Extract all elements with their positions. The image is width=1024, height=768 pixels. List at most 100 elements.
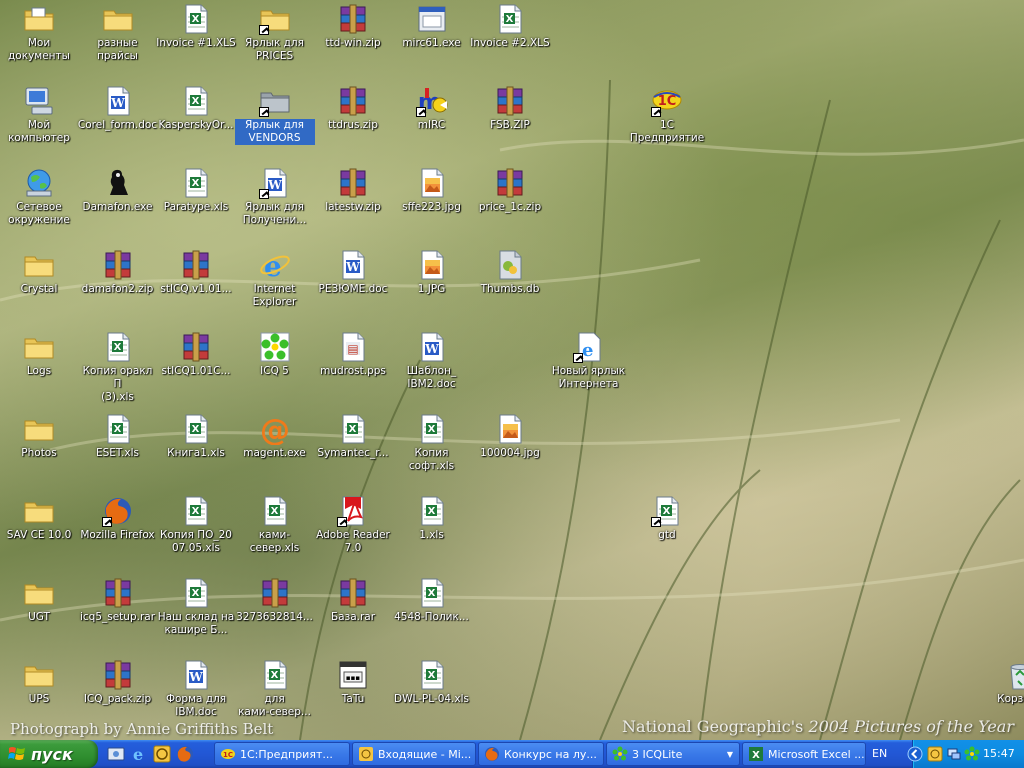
desktop-icon-sticq-v1[interactable]: stICQ.v1.01...: [157, 249, 235, 296]
tray-clock-app-icon[interactable]: [927, 746, 943, 762]
desktop-icon-4548-polik[interactable]: X 4548-Полик...: [393, 577, 471, 624]
desktop-icon-ugt[interactable]: UGT: [0, 577, 78, 624]
desktop-icon-shablon-ibm2[interactable]: W Шаблон_ IBM2.doc: [393, 331, 471, 391]
desktop-icon-icq-pack[interactable]: ICQ_pack.zip: [79, 659, 157, 706]
desktop-icon-sticq1-01c[interactable]: stICQ1.01C...: [157, 331, 235, 378]
desktop-icon-label: damafon2.zip: [81, 283, 154, 295]
taskbar-button-2[interactable]: Входящие - Mi...: [352, 742, 476, 766]
desktop-icon-icq5[interactable]: ICQ 5: [236, 331, 314, 378]
desktop-icon-adobe-reader[interactable]: Adobe Reader 7.0: [314, 495, 392, 555]
desktop-icon-mirc[interactable]: m mIRC: [393, 85, 471, 132]
quicklaunch-ie-icon[interactable]: e: [130, 744, 150, 764]
desktop-icon-invoice-2[interactable]: X Invoice #2.XLS: [470, 3, 550, 50]
desktop-icon-ttdrus[interactable]: ttdrus.zip: [314, 85, 392, 132]
desktop-icon-nash-sklad[interactable]: X Наш склад на кашире Б...: [157, 577, 235, 637]
svg-text:W: W: [110, 96, 125, 110]
desktop-icon-novyi-yarlyk[interactable]: e Новый ярлык Интернета: [550, 331, 628, 391]
desktop-icon-thumbs-db[interactable]: Thumbs.db: [471, 249, 549, 296]
desktop-icon-logs[interactable]: Logs: [0, 331, 78, 378]
desktop-icon-corel-form[interactable]: W Corel_form.doc: [78, 85, 157, 132]
desktop-icon-kopiya-soft[interactable]: X Копия софт.xls: [393, 413, 471, 473]
taskbar-button-3[interactable]: Конкурс на лу...: [478, 742, 604, 766]
desktop-icon-kopiya-orakl[interactable]: X Копия оракл П (3).xls: [79, 331, 157, 404]
desktop-icon-icq5-setup[interactable]: icq5_setup.rar: [79, 577, 157, 624]
desktop-icon-yarlyk-vendors[interactable]: Ярлык для VENDORS: [234, 85, 315, 145]
language-indicator[interactable]: EN: [872, 747, 887, 760]
desktop-icon-internet-explorer[interactable]: e Internet Explorer: [236, 249, 314, 309]
desktop-icon-symantec[interactable]: X Symantec_r...: [314, 413, 392, 460]
svg-text:X: X: [192, 96, 200, 107]
rar-icon: [337, 577, 369, 609]
desktop-icon-forma-ibm[interactable]: W Форма для IBM.doc: [157, 659, 235, 719]
desktop-icon-price-1c[interactable]: price_1c.zip: [471, 167, 549, 214]
desktop-icon-mozilla-firefox[interactable]: Mozilla Firefox: [79, 495, 157, 542]
damafon-icon: [102, 167, 134, 199]
desktop-icon-fsb-zip[interactable]: FSB.ZIP: [471, 85, 549, 132]
desktop-icon-100004-jpg[interactable]: 100004.jpg: [471, 413, 549, 460]
desktop-icon-rezyume[interactable]: W РЕЗЮМЕ.doc: [314, 249, 392, 296]
desktop-icon-ups[interactable]: UPS: [0, 659, 78, 706]
rar-icon: [337, 3, 369, 35]
desktop-icon-setevoe[interactable]: Сетевое окружение: [0, 167, 78, 227]
start-button[interactable]: пуск: [0, 740, 98, 768]
desktop-icon-3273632814[interactable]: 3273632814...: [236, 577, 314, 624]
desktop-icon-mirc61[interactable]: mirc61.exe: [393, 3, 471, 50]
desktop-icon-1c-predpriyatie[interactable]: 1C 1С Предприятие: [628, 85, 706, 145]
desktop-icon-latestw[interactable]: latestw.zip: [314, 167, 392, 214]
desktop-icon-damafon[interactable]: Damafon.exe: [79, 167, 157, 214]
quicklaunch-outlook-icon[interactable]: [152, 744, 172, 764]
desktop-icon-1-jpg[interactable]: 1.JPG: [393, 249, 471, 296]
desktop-icon-ttd-win[interactable]: ttd-win.zip: [314, 3, 392, 50]
rar-icon: [337, 85, 369, 117]
desktop-icon-kami-sever[interactable]: Xками-север.xls: [236, 495, 314, 555]
desktop-icon-korzina[interactable]: Корзина: [981, 659, 1024, 706]
desktop-icon-damafon2[interactable]: damafon2.zip: [79, 249, 157, 296]
quicklaunch-show-desktop-icon[interactable]: [106, 744, 126, 764]
desktop-icon-label: UPS: [28, 693, 50, 705]
desktop-icon-eset[interactable]: X ESET.xls: [79, 413, 157, 460]
taskbar-button-1[interactable]: 1C 1С:Предприят...: [214, 742, 350, 766]
tray-expand-icon[interactable]: [907, 746, 923, 762]
desktop-icon-tatu[interactable]: ▪▪▪ TaTu: [314, 659, 392, 706]
desktop-icon-photos[interactable]: Photos: [0, 413, 78, 460]
desktop-icon-sav-ce[interactable]: SAV CE 10.0: [0, 495, 78, 542]
desktop-icon-moi-dokumenty[interactable]: Мои документы: [0, 3, 78, 63]
quicklaunch-firefox-icon[interactable]: [175, 744, 195, 764]
desktop-icon-crystal[interactable]: Crystal: [0, 249, 78, 296]
desktop-icon-magent[interactable]: @ magent.exe: [236, 413, 314, 460]
shortcut-arrow-icon: [572, 353, 583, 363]
desktop-icon-yarlyk-polucheni[interactable]: W Ярлык для Получени...: [236, 167, 314, 227]
desktop-icon-kopiya-po[interactable]: X Копия ПО_20 07.05.xls: [157, 495, 235, 555]
desktop-icon-gtd[interactable]: Xgtd: [628, 495, 706, 542]
desktop-icon-dwl-pl-04[interactable]: X DWL-PL-04.xls: [393, 659, 471, 706]
tray-network-icon[interactable]: [946, 746, 962, 762]
desktop-icon-label: для ками-север...: [238, 693, 311, 718]
desktop-icon-kniga1[interactable]: X Книга1.xls: [157, 413, 235, 460]
desktop-icon-raznye-praisy[interactable]: разные прайсы: [79, 3, 157, 63]
desktop-icon-label: разные прайсы: [97, 37, 138, 62]
desktop-icon-yarlyk-prices[interactable]: Ярлык для PRICES: [236, 3, 314, 63]
doc-icon: W: [180, 659, 212, 691]
desktop-icon-invoice-1[interactable]: X Invoice #1.XLS: [156, 3, 236, 50]
desktop-icon-moi-kompyuter[interactable]: Мой компьютер: [0, 85, 78, 145]
desktop-icon-mudrost[interactable]: ▤ mudrost.pps: [314, 331, 392, 378]
desktop-icon-dlya-kami[interactable]: Xдля ками-север...: [236, 659, 314, 719]
clock[interactable]: 15:47: [983, 747, 1015, 760]
tray-icq-icon[interactable]: [964, 746, 980, 762]
svg-text:X: X: [752, 750, 760, 761]
rar-icon: [337, 167, 369, 199]
desktop[interactable]: Мои документы разные прайсы X Invoice #1.XL…: [0, 0, 1024, 740]
xls-icon: X: [416, 659, 448, 691]
svg-text:X: X: [192, 14, 200, 25]
desktop-icon-baza-rar[interactable]: База.rar: [314, 577, 392, 624]
desktop-icon-kaspersky[interactable]: X KasperskyOr...: [157, 85, 235, 132]
xls-icon: X: [651, 495, 683, 527]
desktop-icon-paratype[interactable]: X Paratype.xls: [157, 167, 235, 214]
taskbar-button-5[interactable]: X Microsoft Excel ...: [742, 742, 866, 766]
desktop-icon-1-xls[interactable]: X 1.xls: [393, 495, 471, 542]
firefox-icon: [101, 495, 134, 527]
taskbar-button-4[interactable]: 3 ICQLite ▼: [606, 742, 740, 766]
svg-text:X: X: [192, 588, 200, 599]
desktop-icon-label: Мой компьютер: [8, 119, 70, 144]
desktop-icon-sffe223[interactable]: sffe223.jpg: [393, 167, 471, 214]
